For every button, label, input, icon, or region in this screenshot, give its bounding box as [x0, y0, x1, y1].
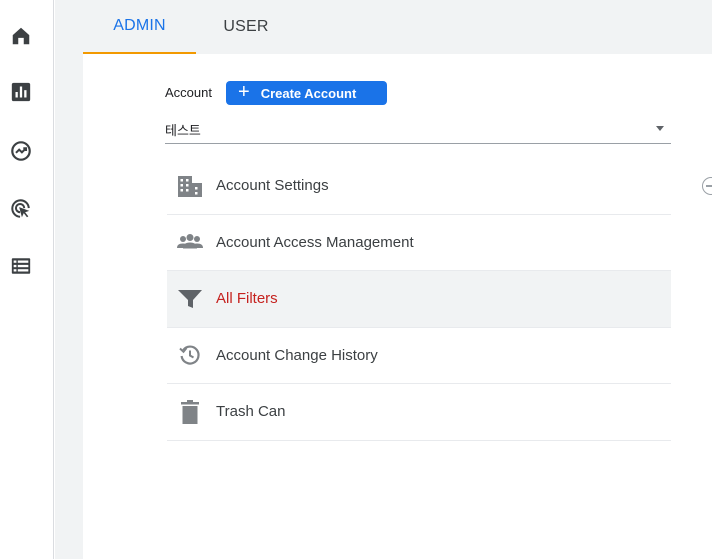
home-icon[interactable]: [9, 24, 33, 48]
dropdown-caret-icon: [656, 126, 664, 131]
account-selected-value: 테스트: [165, 123, 201, 138]
menu-label: Account Settings: [216, 177, 329, 195]
advertising-icon[interactable]: [9, 197, 33, 221]
account-label: Account: [165, 85, 212, 100]
trash-icon: [175, 397, 205, 427]
menu-item-account-access-management[interactable]: Account Access Management: [167, 215, 671, 271]
menu-item-all-filters[interactable]: All Filters: [167, 271, 671, 328]
menu-item-account-change-history[interactable]: Account Change History: [167, 328, 671, 384]
account-selector[interactable]: 테스트: [165, 114, 671, 144]
account-menu: Account Settings Account Access Manageme…: [167, 158, 671, 441]
menu-item-trash-can[interactable]: Trash Can: [167, 384, 671, 441]
explore-icon[interactable]: [9, 139, 33, 163]
people-icon: [175, 227, 205, 257]
gutter: [55, 0, 83, 559]
filter-icon: [175, 284, 205, 314]
reports-icon[interactable]: [9, 80, 33, 104]
plus-icon: +: [238, 81, 250, 103]
create-account-label: Create Account: [260, 85, 357, 101]
left-nav-rail: [0, 0, 54, 559]
menu-label: All Filters: [216, 290, 278, 308]
create-account-button[interactable]: + Create Account: [226, 81, 387, 105]
menu-item-account-settings[interactable]: Account Settings: [167, 158, 671, 215]
list-icon[interactable]: [9, 254, 33, 278]
admin-panel: Account + Create Account 테스트 Account Set…: [83, 54, 712, 559]
menu-label: Account Change History: [216, 346, 378, 364]
tab-user[interactable]: USER: [196, 0, 296, 54]
menu-label: Account Access Management: [216, 233, 414, 251]
tab-admin[interactable]: ADMIN: [83, 0, 196, 54]
building-icon: [175, 171, 205, 201]
menu-label: Trash Can: [216, 403, 286, 421]
history-icon: [175, 340, 205, 370]
tab-bar: ADMIN USER: [83, 0, 712, 54]
